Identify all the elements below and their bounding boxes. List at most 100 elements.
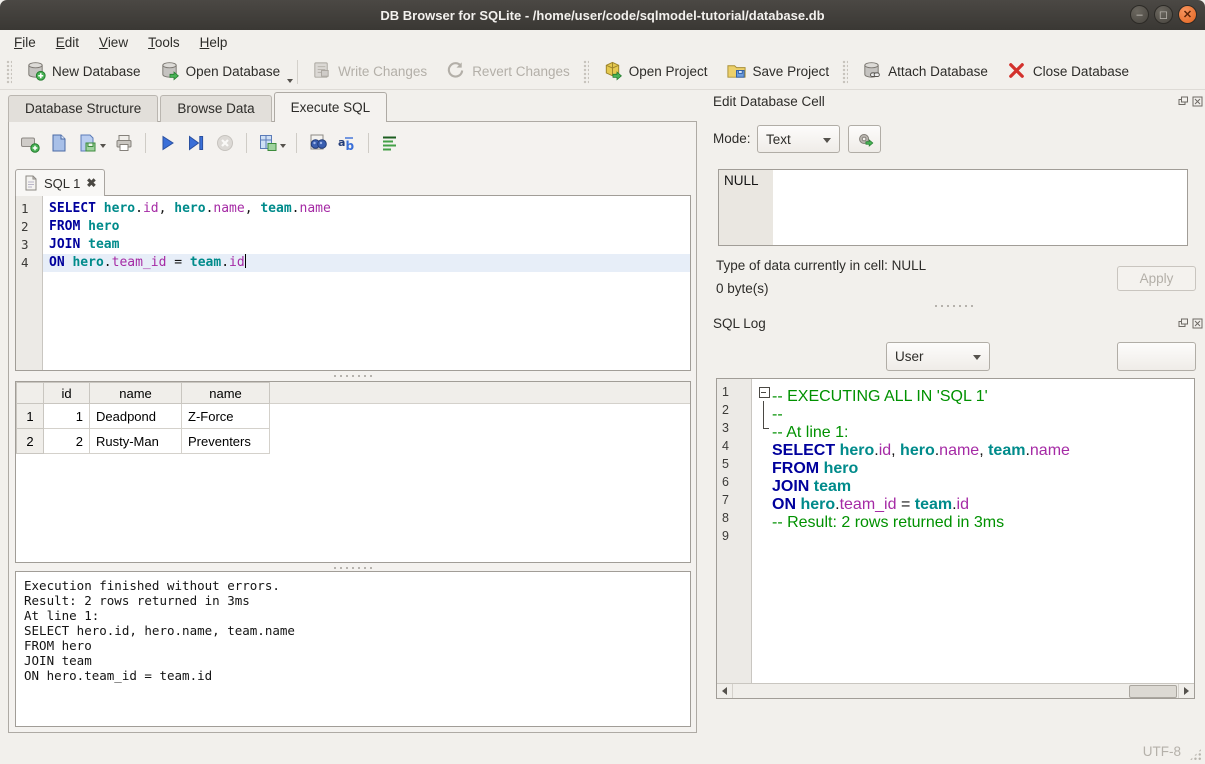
revert-changes-button: Revert Changes bbox=[436, 56, 579, 88]
save-project-button[interactable]: Save Project bbox=[717, 56, 839, 88]
sql-tab-close-icon[interactable]: ✖ bbox=[86, 176, 96, 190]
close-button[interactable]: ✕ bbox=[1178, 5, 1197, 24]
line-number: 2 bbox=[717, 401, 752, 419]
find-icon[interactable] bbox=[307, 132, 329, 154]
cell-editor[interactable]: NULL bbox=[718, 169, 1188, 246]
mode-select[interactable]: Text bbox=[757, 125, 840, 153]
fold-gutter bbox=[758, 527, 772, 545]
sql-editor[interactable]: 1SELECT hero.id, hero.name, team.name2FR… bbox=[15, 195, 691, 371]
row-header[interactable]: 2 bbox=[17, 429, 44, 454]
fold-box-icon[interactable] bbox=[758, 383, 772, 401]
sql-log-view[interactable]: 1-- EXECUTING ALL IN 'SQL 1'2--3-- At li… bbox=[717, 379, 1194, 685]
cell[interactable]: Rusty-Man bbox=[90, 429, 182, 454]
save-sql-file-icon[interactable] bbox=[77, 132, 99, 154]
fold-gutter bbox=[758, 473, 772, 491]
dock-splitter[interactable] bbox=[712, 303, 1196, 308]
toolbar-handle[interactable] bbox=[842, 60, 848, 84]
tab-execute-sql[interactable]: Execute SQL bbox=[274, 92, 388, 122]
results-header-row: idnamename bbox=[17, 383, 270, 404]
sql-log-panel-title: SQL Log bbox=[713, 316, 766, 331]
resize-grip[interactable] bbox=[1189, 748, 1202, 761]
code-text bbox=[752, 527, 1194, 545]
execute-all-icon[interactable] bbox=[156, 132, 178, 154]
close-panel-icon[interactable] bbox=[1192, 96, 1203, 107]
titlebar: DB Browser for SQLite - /home/user/code/… bbox=[0, 0, 1205, 30]
cell[interactable]: Deadpond bbox=[90, 404, 182, 429]
toolbar-button-label: Write Changes bbox=[338, 64, 427, 79]
cell[interactable]: Preventers bbox=[182, 429, 270, 454]
attach-database-button[interactable]: Attach Database bbox=[852, 56, 997, 88]
menu-tools[interactable]: Tools bbox=[138, 32, 190, 53]
tab-database-structure[interactable]: Database Structure bbox=[8, 95, 158, 122]
sql-log-filter-select[interactable]: User bbox=[886, 342, 990, 371]
results-grid[interactable]: idnamename11DeadpondZ-Force22Rusty-ManPr… bbox=[15, 381, 691, 563]
main-tab-bar: Database StructureBrowse DataExecute SQL bbox=[8, 92, 389, 122]
mode-value: Text bbox=[766, 132, 791, 147]
menu-view[interactable]: View bbox=[89, 32, 138, 53]
clear-log-button[interactable] bbox=[1117, 342, 1196, 371]
table-row[interactable]: 11DeadpondZ-Force bbox=[17, 404, 270, 429]
float-panel-icon[interactable] bbox=[1178, 318, 1189, 329]
export-results-icon[interactable] bbox=[257, 132, 279, 154]
toolbar-button-label: Open Database bbox=[186, 64, 281, 79]
line-number: 4 bbox=[717, 437, 752, 455]
fold-end-icon[interactable] bbox=[758, 419, 772, 437]
open-sql-file-icon[interactable] bbox=[48, 132, 70, 154]
code-line: 3-- At line 1: bbox=[717, 419, 1194, 437]
line-number: 9 bbox=[717, 527, 752, 545]
editor-results-splitter[interactable] bbox=[15, 373, 691, 378]
encoding-status: UTF-8 bbox=[1143, 744, 1181, 759]
new-sql-tab-icon[interactable] bbox=[19, 132, 41, 154]
table-row[interactable]: 22Rusty-ManPreventers bbox=[17, 429, 270, 454]
open-project-button[interactable]: Open Project bbox=[593, 56, 717, 88]
column-header-name[interactable]: name bbox=[90, 383, 182, 404]
replace-icon[interactable]: ab bbox=[336, 132, 358, 154]
cell[interactable]: Z-Force bbox=[182, 404, 270, 429]
scroll-right-icon[interactable] bbox=[1178, 684, 1194, 698]
format-sql-icon[interactable] bbox=[379, 132, 401, 154]
scrollbar-thumb[interactable] bbox=[1129, 685, 1177, 698]
dropdown-arrow-icon[interactable] bbox=[287, 79, 293, 83]
maximize-button[interactable]: ◻ bbox=[1154, 5, 1173, 24]
revert-changes-icon bbox=[445, 60, 466, 84]
print-sql-icon[interactable] bbox=[113, 132, 135, 154]
dropdown-arrow-icon[interactable] bbox=[100, 144, 106, 148]
close-database-button[interactable]: Close Database bbox=[997, 56, 1138, 88]
results-message-splitter[interactable] bbox=[15, 565, 691, 570]
code-text: SELECT hero.id, hero.name, team.name bbox=[43, 200, 690, 218]
menu-edit[interactable]: Edit bbox=[46, 32, 89, 53]
tab-browse-data[interactable]: Browse Data bbox=[160, 95, 271, 122]
new-database-button[interactable]: New Database bbox=[16, 56, 150, 88]
column-header-id[interactable]: id bbox=[44, 383, 90, 404]
apply-format-button[interactable] bbox=[848, 125, 881, 153]
write-changes-icon bbox=[311, 60, 332, 84]
code-text: JOIN team bbox=[752, 473, 1194, 491]
cell[interactable]: 1 bbox=[44, 404, 90, 429]
menu-file[interactable]: File bbox=[4, 32, 46, 53]
menu-bar: FileEditViewToolsHelp bbox=[0, 30, 1205, 54]
close-panel-icon[interactable] bbox=[1192, 318, 1203, 329]
row-header[interactable]: 1 bbox=[17, 404, 44, 429]
sql-file-icon bbox=[24, 175, 38, 191]
sql-log-panel-controls bbox=[1178, 318, 1203, 329]
execute-sql-pane: ab SQL 1 ✖ 1SELECT hero.id, hero.name, t… bbox=[8, 121, 697, 733]
code-text: -- At line 1: bbox=[752, 419, 1194, 437]
fold-line-icon[interactable] bbox=[758, 401, 772, 419]
toolbar-handle[interactable] bbox=[6, 60, 12, 84]
toolbar-handle[interactable] bbox=[583, 60, 589, 84]
column-header-name[interactable]: name bbox=[182, 383, 270, 404]
sql-editor-tab[interactable]: SQL 1 ✖ bbox=[15, 169, 105, 196]
log-horizontal-scrollbar[interactable] bbox=[717, 683, 1194, 698]
scroll-left-icon[interactable] bbox=[717, 684, 733, 698]
open-database-button[interactable]: Open Database bbox=[150, 56, 290, 88]
cell[interactable]: 2 bbox=[44, 429, 90, 454]
code-text: -- EXECUTING ALL IN 'SQL 1' bbox=[752, 383, 1194, 401]
float-panel-icon[interactable] bbox=[1178, 96, 1189, 107]
execution-message-pane: Execution finished without errors. Resul… bbox=[15, 571, 691, 727]
menu-help[interactable]: Help bbox=[190, 32, 238, 53]
execute-line-icon[interactable] bbox=[185, 132, 207, 154]
code-line: 3JOIN team bbox=[16, 236, 690, 254]
minimize-button[interactable]: – bbox=[1130, 5, 1149, 24]
dropdown-arrow-icon[interactable] bbox=[280, 144, 286, 148]
cell-size-text: 0 byte(s) bbox=[716, 281, 769, 296]
